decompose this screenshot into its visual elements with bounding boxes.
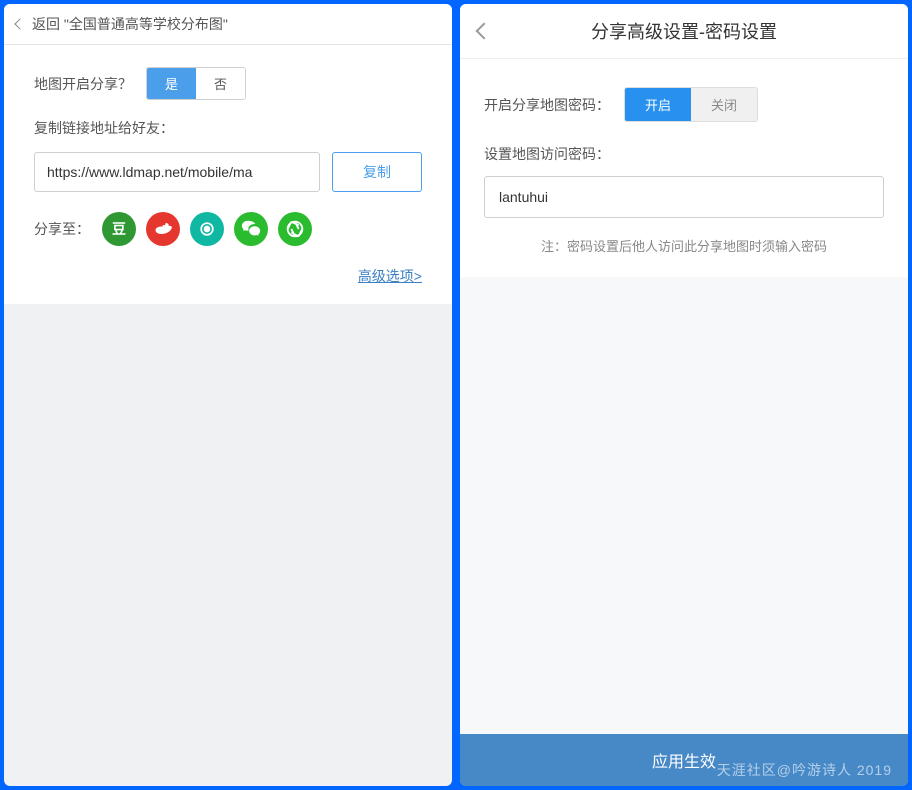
- aperture-icon[interactable]: [278, 212, 312, 246]
- watermark: 天涯社区@吟游诗人 2019: [717, 760, 892, 780]
- url-row: 复制: [34, 152, 422, 192]
- chevron-left-icon: [14, 18, 25, 29]
- share-icons-group: 豆: [102, 212, 312, 246]
- qqspace-icon[interactable]: [190, 212, 224, 246]
- password-content: 开启分享地图密码： 开启 关闭 设置地图访问密码： 注：密码设置后他人访问此分享…: [460, 59, 908, 277]
- back-icon[interactable]: [476, 23, 493, 40]
- copy-button[interactable]: 复制: [332, 152, 422, 192]
- password-note: 注：密码设置后他人访问此分享地图时须输入密码: [484, 236, 884, 255]
- copy-link-label: 复制链接地址给好友：: [34, 118, 422, 138]
- share-url-input[interactable]: [34, 152, 320, 192]
- weibo-icon[interactable]: [146, 212, 180, 246]
- wechat-icon[interactable]: [234, 212, 268, 246]
- advanced-options-link[interactable]: 高级选项>: [358, 268, 422, 284]
- share-toggle-row: 地图开启分享？ 是 否: [34, 67, 422, 100]
- password-on-button[interactable]: 开启: [625, 88, 691, 121]
- toggle-yes-button[interactable]: 是: [147, 68, 196, 99]
- share-toggle-group: 是 否: [146, 67, 246, 100]
- douban-icon[interactable]: 豆: [102, 212, 136, 246]
- share-to-label: 分享至：: [34, 219, 90, 239]
- enable-password-row: 开启分享地图密码： 开启 关闭: [484, 87, 884, 122]
- enable-password-label: 开启分享地图密码：: [484, 95, 610, 115]
- toggle-no-button[interactable]: 否: [196, 68, 245, 99]
- password-input[interactable]: [484, 176, 884, 218]
- password-off-button[interactable]: 关闭: [691, 88, 757, 121]
- share-to-row: 分享至： 豆: [34, 212, 422, 246]
- set-password-label: 设置地图访问密码：: [484, 144, 884, 164]
- share-question-label: 地图开启分享？: [34, 74, 132, 94]
- advanced-link-row: 高级选项>: [34, 266, 422, 286]
- share-panel: 返回 "全国普通高等学校分布图" 地图开启分享？ 是 否 复制链接地址给好友： …: [4, 4, 452, 786]
- share-content: 地图开启分享？ 是 否 复制链接地址给好友： 复制 分享至： 豆: [4, 45, 452, 304]
- spacer: [460, 277, 908, 734]
- password-toggle-group: 开启 关闭: [624, 87, 758, 122]
- right-header: 分享高级设置-密码设置: [460, 4, 908, 59]
- back-label: 返回 "全国普通高等学校分布图": [32, 14, 228, 34]
- password-panel: 分享高级设置-密码设置 开启分享地图密码： 开启 关闭 设置地图访问密码： 注：…: [460, 4, 908, 786]
- page-title: 分享高级设置-密码设置: [591, 18, 777, 44]
- back-header[interactable]: 返回 "全国普通高等学校分布图": [4, 4, 452, 45]
